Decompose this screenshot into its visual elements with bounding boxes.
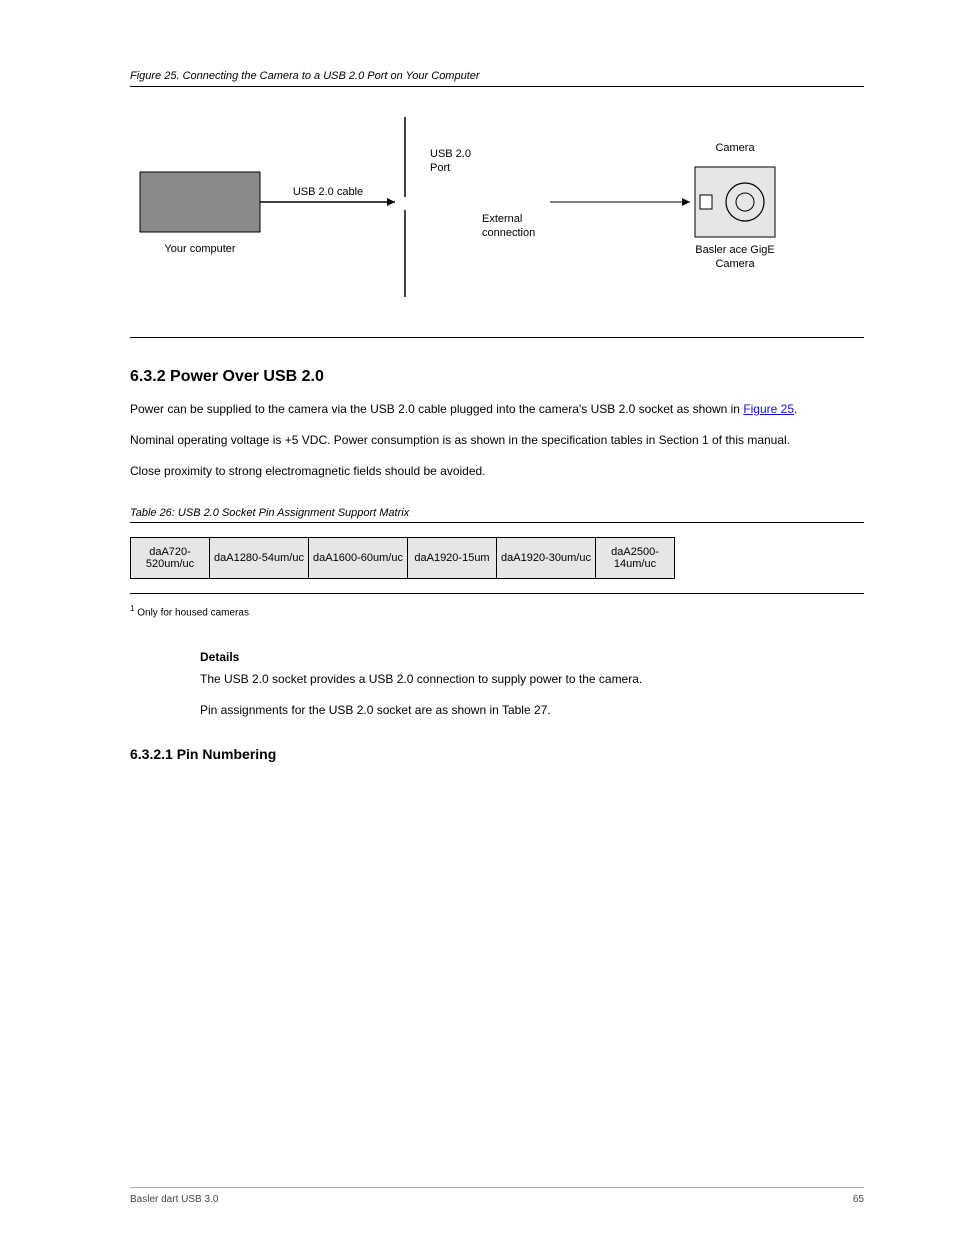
table-26-caption: Table 26: USB 2.0 Socket Pin Assignment … [130,507,864,519]
hdr-2: daA1600-60um/uc [309,538,408,579]
section-6-3-2-body: Power can be supplied to the camera via … [130,400,864,481]
hdr-5: daA2500-14um/uc [596,538,675,579]
hdr-3: daA1920-15um [408,538,497,579]
page-footer: Basler dart USB 3.0 65 [130,1187,864,1205]
hdr-4: daA1920-30um/uc [497,538,596,579]
usb-port-caption-2: Port [430,162,450,174]
figure-caption: Figure 25. Connecting the Camera to a US… [130,70,864,82]
external-conn-caption-2: connection [482,227,535,239]
hdr-1: daA1280-54um/uc [210,538,309,579]
support-matrix-table: daA720-520um/uc daA1280-54um/uc daA1600-… [130,537,675,579]
details-heading: Details [200,650,864,664]
usb-port-caption-1: USB 2.0 [430,148,471,160]
table-footnote: 1 Only for housed cameras [130,602,864,620]
table-rule-top [130,522,864,523]
section-6-3-2-title: 6.3.2 Power Over USB 2.0 [130,368,864,386]
footer-doc-id: Basler dart USB 3.0 [130,1194,218,1205]
computer-label: Your computer [164,243,235,255]
external-conn-caption-1: External [482,213,522,225]
table-row: daA720-520um/uc daA1280-54um/uc daA1600-… [131,538,675,579]
figure-25: Your computer USB 2.0 cable USB 2.0 Port… [130,87,864,337]
figure-rule-bottom [130,337,864,338]
link-table-27[interactable]: Table 27 [502,703,547,717]
usb-cable-label: USB 2.0 cable [293,186,363,198]
table-rule-bottom [130,593,864,594]
hdr-0: daA720-520um/uc [131,538,210,579]
camera-caption-2: Camera [715,258,755,270]
camera-caption-1: Basler ace GigE [695,244,774,256]
details-para-b: Pin assignments for the USB 2.0 socket a… [200,701,864,720]
footer-page-number: 65 [853,1194,864,1205]
link-figure-25[interactable]: Figure 25 [743,402,794,416]
camera-word-label: Camera [715,142,755,154]
details-para-a: The USB 2.0 socket provides a USB 2.0 co… [200,670,864,689]
section-6-3-2-1-title: 6.3.2.1 Pin Numbering [130,746,864,762]
